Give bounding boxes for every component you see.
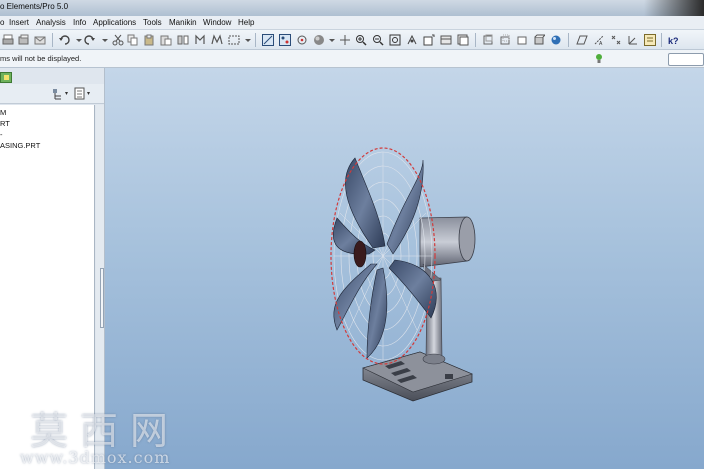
- main-toolbar: A k?: [0, 30, 704, 50]
- redo-icon[interactable]: [84, 34, 96, 46]
- pan-icon[interactable]: [339, 34, 351, 46]
- paste-special-icon[interactable]: [160, 34, 172, 46]
- paste-icon[interactable]: [143, 34, 155, 46]
- message-bar: ms will not be displayed.: [0, 50, 704, 68]
- repaint-icon[interactable]: [18, 34, 30, 46]
- saved-views-icon[interactable]: [423, 34, 435, 46]
- search-input[interactable]: [668, 53, 704, 66]
- fan-model: [330, 147, 476, 402]
- csys-display-icon[interactable]: [627, 34, 639, 46]
- title-bar-shade: [644, 0, 704, 16]
- tree-settings-icon[interactable]: [52, 87, 70, 101]
- undo-icon[interactable]: [58, 34, 70, 46]
- context-help-icon[interactable]: k?: [668, 34, 680, 46]
- orient-mode-icon[interactable]: [296, 34, 308, 46]
- menu-analysis[interactable]: Analysis: [36, 18, 66, 27]
- menu-tools[interactable]: Tools: [143, 18, 162, 27]
- toolbar-separator: [661, 33, 662, 47]
- zoom-in-icon[interactable]: [355, 34, 367, 46]
- menu-manikin[interactable]: Manikin: [169, 18, 197, 27]
- select-dropdown-icon[interactable]: [242, 34, 254, 46]
- menu-bar: o Insert Analysis Info Applications Tool…: [0, 16, 704, 30]
- regen-manager-icon[interactable]: [211, 34, 223, 46]
- shaded-display-icon[interactable]: [533, 34, 545, 46]
- fan-motor: [419, 216, 476, 283]
- model-tree-toolbar: [0, 84, 104, 104]
- cut-icon[interactable]: [112, 34, 124, 46]
- model-tree-pane: M RT - ASING.PRT: [0, 68, 105, 469]
- menu-applications[interactable]: Applications: [93, 18, 136, 27]
- title-bar: o Elements/Pro 5.0: [0, 0, 704, 16]
- select-box-icon[interactable]: [228, 34, 240, 46]
- appearance-icon[interactable]: [550, 34, 562, 46]
- toolbar-separator: [475, 33, 476, 47]
- fan-base: [362, 351, 473, 402]
- window-title: o Elements/Pro 5.0: [0, 2, 69, 11]
- spin-center-icon[interactable]: [279, 34, 291, 46]
- copy-icon[interactable]: [127, 34, 139, 46]
- annotation-display-icon[interactable]: [644, 34, 656, 46]
- svg-text:k?: k?: [668, 36, 679, 46]
- menu-help[interactable]: Help: [238, 18, 254, 27]
- hidden-line-icon[interactable]: [499, 34, 511, 46]
- shading-icon[interactable]: [313, 34, 325, 46]
- tree-item[interactable]: -: [0, 130, 3, 139]
- menu-info[interactable]: Info: [73, 18, 86, 27]
- no-hidden-icon[interactable]: [516, 34, 528, 46]
- tree-item[interactable]: RT: [0, 119, 10, 128]
- print-icon[interactable]: [2, 34, 14, 46]
- reorient-icon[interactable]: [406, 34, 418, 46]
- point-display-icon[interactable]: [610, 34, 622, 46]
- toolbar-separator: [255, 33, 256, 47]
- mirror-icon[interactable]: [177, 34, 189, 46]
- redo-dropdown-icon[interactable]: [99, 34, 111, 46]
- message-text: ms will not be displayed.: [0, 54, 82, 63]
- toolbar-separator: [568, 33, 569, 47]
- fan-hub: [353, 240, 367, 268]
- regenerate-icon[interactable]: [194, 34, 206, 46]
- layers-icon[interactable]: [457, 34, 469, 46]
- model-tree-tab[interactable]: [0, 72, 12, 83]
- axis-display-icon[interactable]: A: [593, 34, 605, 46]
- menu-file-partial[interactable]: o: [0, 18, 4, 27]
- toolbar-separator: [52, 33, 53, 47]
- wireframe-icon[interactable]: [482, 34, 494, 46]
- zoom-out-icon[interactable]: [372, 34, 384, 46]
- tree-filters-icon[interactable]: [74, 87, 92, 101]
- refit-icon[interactable]: [389, 34, 401, 46]
- datum-display-icon[interactable]: [262, 34, 274, 46]
- model-tree-list: M RT - ASING.PRT: [0, 105, 95, 469]
- graphics-viewport[interactable]: [105, 68, 704, 469]
- plane-display-icon[interactable]: [576, 34, 588, 46]
- bulb-icon[interactable]: [595, 53, 603, 65]
- tree-item[interactable]: ASING.PRT: [0, 141, 40, 150]
- view-manager-icon[interactable]: [440, 34, 452, 46]
- svg-text:A: A: [599, 41, 603, 46]
- menu-insert[interactable]: Insert: [9, 18, 29, 27]
- menu-window[interactable]: Window: [203, 18, 231, 27]
- send-mail-icon[interactable]: [34, 34, 46, 46]
- pane-splitter-handle[interactable]: [100, 268, 104, 328]
- tree-item[interactable]: M: [0, 108, 6, 117]
- shading-dropdown-icon[interactable]: [326, 34, 338, 46]
